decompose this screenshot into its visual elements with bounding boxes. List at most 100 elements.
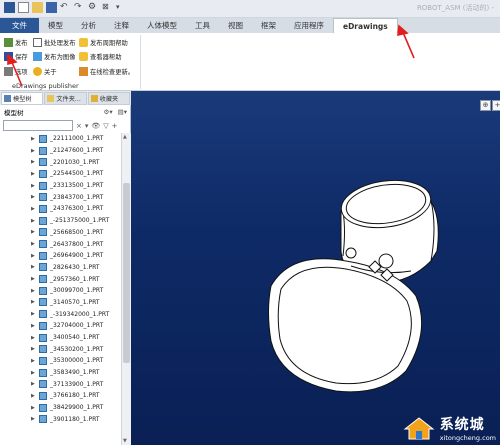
tab-edrawings[interactable]: eDrawings <box>333 18 398 33</box>
tree-item-label: _38429900_1.PRT <box>50 404 104 412</box>
expand-arrow-icon[interactable]: ▶ <box>31 323 36 329</box>
check-update-button[interactable]: 在线检查更新。 <box>79 66 134 77</box>
tree-item[interactable]: ▶ _23313500_1.PRT <box>0 180 121 192</box>
tree-item[interactable]: ▶ _24376300_1.PRT <box>0 203 121 215</box>
tree-item[interactable]: ▶ _22111000_1.PRT <box>0 133 121 145</box>
publish-periodic-help-button[interactable]: 发布周期帮助 <box>79 37 128 48</box>
expand-arrow-icon[interactable]: ▶ <box>31 183 36 189</box>
expand-arrow-icon[interactable]: ▶ <box>31 171 36 177</box>
tab-analysis[interactable]: 分析 <box>72 18 105 33</box>
tree-item[interactable]: ▶ _-251375000_1.PRT <box>0 215 121 227</box>
app-icon[interactable] <box>4 2 15 13</box>
expand-arrow-icon[interactable]: ▶ <box>31 253 36 259</box>
tree-item[interactable]: ▶ _37133900_1.PRT <box>0 378 121 390</box>
clear-icon[interactable]: × <box>76 122 82 130</box>
about-button[interactable]: 关于 <box>33 66 57 77</box>
scroll-down-icon[interactable]: ▼ <box>123 438 127 444</box>
options-button[interactable]: 选项 <box>4 66 28 77</box>
tree-item[interactable]: ▶ _32704000_1.PRT <box>0 320 121 332</box>
expand-arrow-icon[interactable]: ▶ <box>31 218 36 224</box>
tree-item[interactable]: ▶ _3766180_1.PRT <box>0 390 121 402</box>
tab-folder-browser[interactable]: 文件夹... <box>44 92 87 105</box>
tree-item[interactable]: ▶ _-319342000_1.PRT <box>0 308 121 320</box>
tab-model-tree[interactable]: 模型树 <box>1 92 44 105</box>
tree-item[interactable]: ▶ _23843700_1.PRT <box>0 191 121 203</box>
tree-item-label: _23313500_1.PRT <box>50 182 104 190</box>
tree-item[interactable]: ▶ _35300000_1.PRT <box>0 355 121 367</box>
binoculars-icon[interactable]: 👁 <box>91 122 100 130</box>
filter-icon[interactable]: ▽ <box>103 122 108 130</box>
tab-tools[interactable]: 工具 <box>186 18 219 33</box>
expand-arrow-icon[interactable]: ▶ <box>31 335 36 341</box>
regenerate-icon[interactable]: ⚙ <box>88 2 99 13</box>
tree-item[interactable]: ▶ _34530200_1.PRT <box>0 343 121 355</box>
add-icon[interactable]: + <box>112 122 118 130</box>
expand-arrow-icon[interactable]: ▶ <box>31 358 36 364</box>
expand-arrow-icon[interactable]: ▶ <box>31 264 36 270</box>
publish-button[interactable]: 发布 <box>4 37 28 48</box>
expand-arrow-icon[interactable]: ▶ <box>31 381 36 387</box>
tree-item[interactable]: ▶ _38429900_1.PRT <box>0 402 121 414</box>
tree-item[interactable]: ▶ _2957360_1.PRT <box>0 273 121 285</box>
tab-favorites[interactable]: 收藏夹 <box>87 92 130 105</box>
expand-arrow-icon[interactable]: ▶ <box>31 370 36 376</box>
tree-item[interactable]: ▶ _21247600_1.PRT <box>0 145 121 157</box>
tree-item[interactable]: ▶ _3140570_1.PRT <box>0 297 121 309</box>
expand-arrow-icon[interactable]: ▶ <box>31 159 36 165</box>
expand-arrow-icon[interactable]: ▶ <box>31 311 36 317</box>
open-folder-icon[interactable] <box>32 2 43 13</box>
window-icon[interactable]: ⊠ <box>102 2 113 13</box>
tab-annotate[interactable]: 注释 <box>105 18 138 33</box>
chevron-down-icon[interactable]: ▾ <box>85 122 89 130</box>
tree-item[interactable]: ▶ _30099700_1.PRT <box>0 285 121 297</box>
tree-item[interactable]: ▶ _3901180_1.PRT <box>0 414 121 426</box>
expand-arrow-icon[interactable]: ▶ <box>31 229 36 235</box>
expand-arrow-icon[interactable]: ▶ <box>31 405 36 411</box>
redo-icon[interactable]: ↷ <box>74 2 85 13</box>
expand-arrow-icon[interactable]: ▶ <box>31 206 36 212</box>
tree-item[interactable]: ▶ _2201030_1.PRT <box>0 156 121 168</box>
window-title: ROBOT_ASM (活动的) - <box>416 4 494 12</box>
expand-arrow-icon[interactable]: ▶ <box>31 276 36 282</box>
expand-arrow-icon[interactable]: ▶ <box>31 136 36 142</box>
tree-filter-input[interactable] <box>3 120 73 131</box>
tab-model[interactable]: 模型 <box>39 18 72 33</box>
scroll-up-icon[interactable]: ▲ <box>123 134 127 140</box>
tab-applications[interactable]: 应用程序 <box>285 18 333 33</box>
customize-dropdown-icon[interactable]: ▾ <box>116 2 127 13</box>
tree-item[interactable]: ▶ _2826430_1.PRT <box>0 262 121 274</box>
new-file-icon[interactable] <box>18 2 29 13</box>
expand-arrow-icon[interactable]: ▶ <box>31 393 36 399</box>
tree-item[interactable]: ▶ _3583490_1.PRT <box>0 367 121 379</box>
show-icon[interactable]: ▤▾ <box>118 108 127 116</box>
expand-arrow-icon[interactable]: ▶ <box>31 194 36 200</box>
part-icon <box>39 228 47 237</box>
publish-as-image-button[interactable]: 发布为图像 <box>33 51 75 62</box>
expand-arrow-icon[interactable]: ▶ <box>31 416 36 422</box>
tree-item[interactable]: ▶ _22544500_1.PRT <box>0 168 121 180</box>
batch-publish-button[interactable]: 批处理发布 <box>33 37 75 48</box>
tab-manikin[interactable]: 人体模型 <box>138 18 186 33</box>
scrollbar-thumb[interactable] <box>123 183 130 363</box>
expand-arrow-icon[interactable]: ▶ <box>31 346 36 352</box>
tree-item[interactable]: ▶ _25668500_1.PRT <box>0 227 121 239</box>
viewer-help-button[interactable]: 查看器帮助 <box>79 51 121 62</box>
settings-icon[interactable]: ⚙▾ <box>104 108 113 116</box>
expand-arrow-icon[interactable]: ▶ <box>31 288 36 294</box>
tree-item[interactable]: ▶ _3400540_1.PRT <box>0 332 121 344</box>
ribbon-panel: 发布 批处理发布 发布周期帮助 保存 发布为图像 查看器帮助 选项 关于 在线检… <box>0 33 500 91</box>
save-icon[interactable] <box>46 2 57 13</box>
tree-scrollbar[interactable]: ▲ ▼ <box>121 133 131 445</box>
tab-framework[interactable]: 框架 <box>252 18 285 33</box>
tab-file[interactable]: 文件 <box>0 18 39 33</box>
expand-arrow-icon[interactable]: ▶ <box>31 148 36 154</box>
graphics-viewport[interactable]: ⊕ + 系统城 xitongcheng.com <box>131 91 500 445</box>
expand-arrow-icon[interactable]: ▶ <box>31 241 36 247</box>
part-icon <box>39 391 47 400</box>
expand-arrow-icon[interactable]: ▶ <box>31 299 36 305</box>
tree-item[interactable]: ▶ _26964900_1.PRT <box>0 250 121 262</box>
save-button[interactable]: 保存 <box>4 51 28 62</box>
tree-item[interactable]: ▶ _26437800_1.PRT <box>0 238 121 250</box>
tab-view[interactable]: 视图 <box>219 18 252 33</box>
undo-icon[interactable]: ↶ <box>60 2 71 13</box>
